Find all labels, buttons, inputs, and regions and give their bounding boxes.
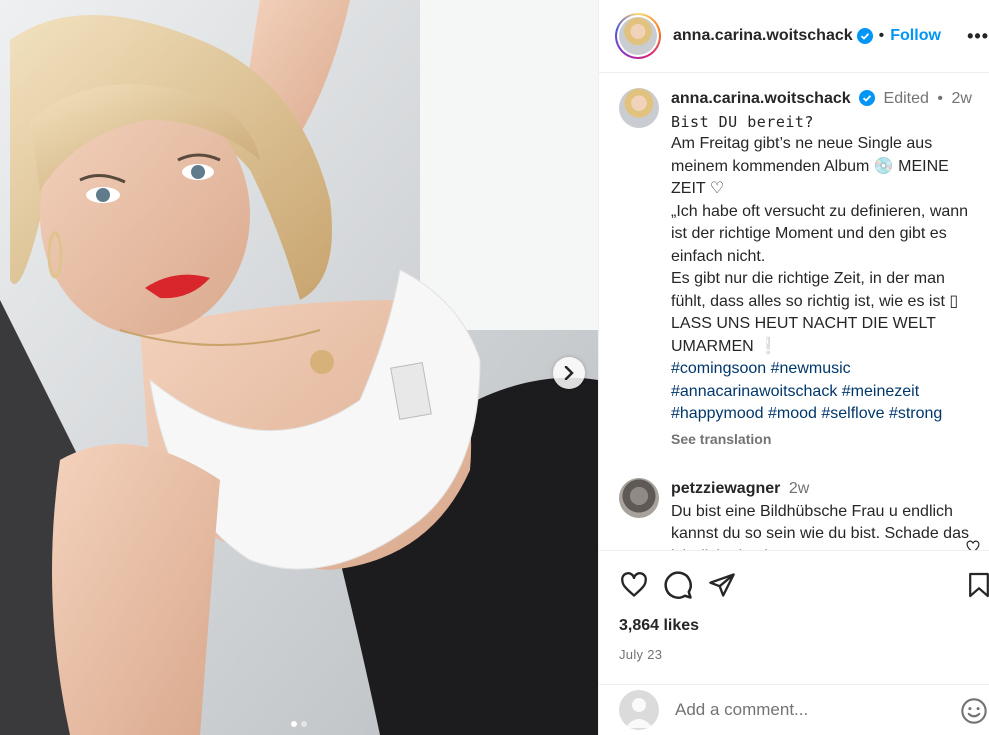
comment-time[interactable]: 2w (789, 480, 809, 497)
comments-section[interactable]: anna.carina.woitschack Edited • 2w Bist … (599, 74, 989, 550)
hashtag-link[interactable]: #selflove (821, 405, 884, 422)
separator-dot: • (878, 27, 885, 44)
author-avatar[interactable] (619, 17, 657, 55)
comment-like-heart-icon[interactable] (966, 540, 980, 550)
comment-icon[interactable] (663, 570, 693, 600)
more-options-icon[interactable]: ••• (967, 26, 989, 47)
hashtag-link[interactable]: #meinezeit (842, 383, 919, 400)
edited-label: Edited (883, 90, 929, 107)
post-photo (0, 0, 598, 735)
see-translation-link[interactable]: See translation (671, 428, 974, 451)
author-username[interactable]: anna.carina.woitschack (673, 27, 853, 45)
caption-time[interactable]: 2w (951, 90, 971, 107)
story-ring[interactable] (615, 13, 661, 59)
carousel-dot-active (291, 721, 297, 727)
separator-dot: • (937, 90, 943, 107)
caption-line: „Ich habe oft versucht zu definieren, wa… (671, 202, 969, 265)
post-details-panel: anna.carina.woitschack • Follow ••• anna… (598, 0, 989, 735)
post-media[interactable] (0, 0, 598, 735)
post-date[interactable]: July 23 (599, 647, 989, 662)
likes-count[interactable]: 3,864 likes (599, 617, 989, 635)
bookmark-icon[interactable] (968, 571, 989, 604)
verified-badge-icon (859, 90, 876, 106)
hashtag-link[interactable]: #newmusic (771, 360, 851, 377)
hashtag-list: #comingsoon #newmusic #annacarinawoitsch… (671, 358, 974, 426)
commenter-avatar[interactable] (619, 478, 659, 518)
post-header: anna.carina.woitschack • Follow ••• (599, 0, 989, 73)
chevron-right-icon (564, 366, 574, 380)
caption-line: Am Freitag gibt’s ne neue Single aus mei… (671, 135, 949, 197)
caption-line: Bist DU bereit? (671, 112, 814, 131)
comment-item: petzziewagner 2w Du bist eine Bildhübsch… (599, 450, 989, 550)
heart-icon[interactable] (619, 571, 649, 599)
post-caption: anna.carina.woitschack Edited • 2w Bist … (599, 74, 989, 450)
caption-username[interactable]: anna.carina.woitschack (671, 90, 851, 107)
verified-badge-icon (856, 28, 873, 44)
carousel-next-button[interactable] (553, 357, 585, 389)
add-comment-input[interactable]: Add a comment... (675, 700, 808, 720)
carousel-dot (301, 721, 307, 727)
add-comment-bar: Add a comment... (599, 684, 989, 735)
current-user-avatar (619, 690, 659, 730)
paper-plane-icon[interactable] (707, 571, 737, 599)
comment-text: Du bist eine Bildhübsche Frau u endlich … (671, 502, 969, 551)
hashtag-link[interactable]: #mood (768, 405, 817, 422)
emoji-icon[interactable] (960, 697, 988, 730)
follow-button[interactable]: Follow (890, 27, 941, 45)
post-actions: 3,864 likes July 23 (599, 550, 989, 662)
caption-author-avatar[interactable] (619, 88, 659, 128)
carousel-indicator (0, 721, 598, 727)
hashtag-link[interactable]: #comingsoon (671, 360, 766, 377)
caption-line: Es gibt nur die richtige Zeit, in der ma… (671, 270, 959, 355)
hashtag-link[interactable]: #strong (889, 405, 942, 422)
hashtag-link[interactable]: #annacarinawoitschack (671, 383, 837, 400)
hashtag-link[interactable]: #happymood (671, 405, 764, 422)
commenter-username[interactable]: petzziewagner (671, 480, 780, 497)
